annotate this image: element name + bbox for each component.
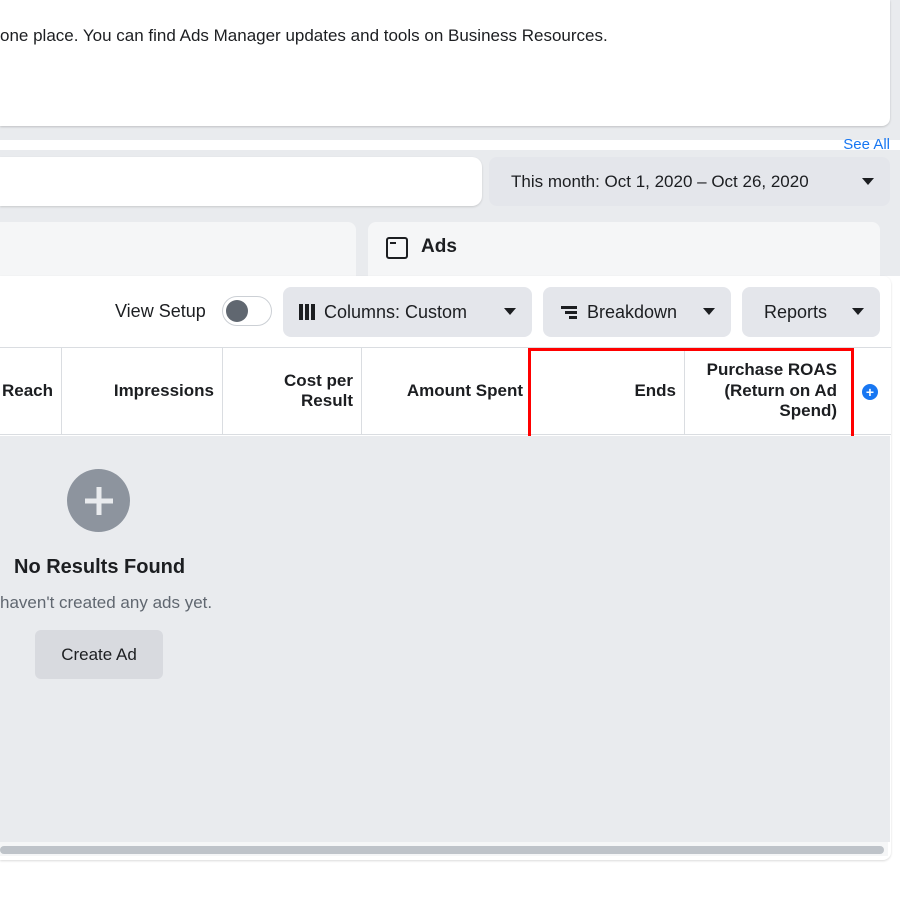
chevron-down-icon xyxy=(703,308,715,315)
create-ad-button[interactable]: Create Ad xyxy=(35,630,163,679)
tab-ads-label: Ads xyxy=(421,236,457,257)
toggle-knob xyxy=(226,300,248,322)
column-header-reach[interactable]: Reach xyxy=(0,347,62,435)
add-column-icon[interactable]: + xyxy=(862,384,878,400)
date-range-label: This month: Oct 1, 2020 – Oct 26, 2020 xyxy=(511,171,809,191)
column-header-label: Cost per Result xyxy=(284,370,353,410)
columns-icon xyxy=(299,304,315,320)
see-all-link[interactable]: See All xyxy=(843,136,890,153)
ad-frame-icon xyxy=(386,237,408,259)
notice-card xyxy=(0,0,890,126)
column-header-label: Amount Spent xyxy=(406,380,523,400)
column-header-cost-per-result[interactable]: Cost per Result xyxy=(223,347,362,435)
chevron-down-icon xyxy=(862,178,874,185)
reports-label: Reports xyxy=(764,301,828,322)
view-setup-toggle[interactable] xyxy=(222,296,272,326)
breakdown-label: Breakdown xyxy=(587,301,678,322)
scrollbar-thumb[interactable] xyxy=(0,846,884,854)
breakdown-button[interactable]: Breakdown xyxy=(543,287,731,337)
column-header-amount-spent[interactable]: Amount Spent xyxy=(362,347,530,435)
tab-ad-sets[interactable] xyxy=(0,222,356,282)
column-header-label: Impressions xyxy=(113,380,214,400)
highlight-box xyxy=(528,348,854,439)
columns-label: Columns: Custom xyxy=(324,301,468,322)
column-header-label: Reach xyxy=(1,380,53,400)
column-header-impressions[interactable]: Impressions xyxy=(62,347,223,435)
reports-button[interactable]: Reports xyxy=(742,287,880,337)
plus-circle-icon xyxy=(67,469,130,532)
empty-state-title: No Results Found xyxy=(14,556,186,578)
breakdown-icon xyxy=(561,305,577,319)
date-range-picker[interactable]: This month: Oct 1, 2020 – Oct 26, 2020 xyxy=(489,157,890,206)
chevron-down-icon xyxy=(852,308,864,315)
empty-state-subtitle: haven't created any ads yet. xyxy=(0,593,213,612)
chevron-down-icon xyxy=(504,308,516,315)
columns-button[interactable]: Columns: Custom xyxy=(283,287,532,337)
notice-text: one place. You can find Ads Manager upda… xyxy=(0,26,608,45)
view-setup-label: View Setup xyxy=(115,301,206,321)
search-input[interactable] xyxy=(0,157,482,206)
